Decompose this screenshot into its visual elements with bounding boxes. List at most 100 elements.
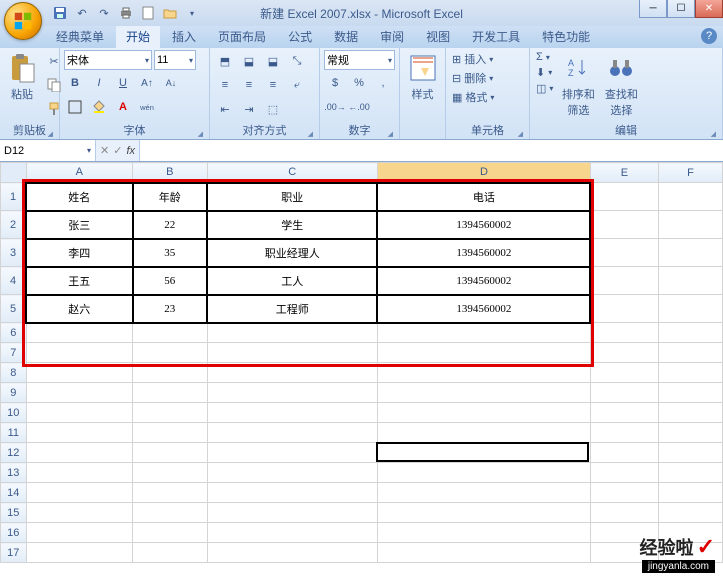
cell-C5[interactable]: 工程师 [207, 295, 377, 323]
cell-D7[interactable] [377, 343, 590, 363]
cancel-formula-icon[interactable]: ✕ [100, 144, 109, 157]
cell-A2[interactable]: 张三 [26, 211, 132, 239]
cell-A13[interactable] [26, 463, 132, 483]
row-header-15[interactable]: 15 [1, 503, 27, 523]
cell-A10[interactable] [26, 403, 132, 423]
row-header-17[interactable]: 17 [1, 543, 27, 563]
tab-7[interactable]: 视图 [416, 25, 460, 48]
cell-D12[interactable] [377, 443, 590, 463]
autosum-button[interactable]: Σ▾ [534, 50, 555, 64]
cell-B5[interactable]: 23 [133, 295, 208, 323]
cell-C15[interactable] [207, 503, 377, 523]
row-header-2[interactable]: 2 [1, 211, 27, 239]
cell-F3[interactable] [659, 239, 723, 267]
cell-B13[interactable] [133, 463, 208, 483]
number-format-combo[interactable]: 常规▾ [324, 50, 395, 70]
align-center-icon[interactable]: ≡ [238, 74, 260, 96]
fill-color-button[interactable] [88, 96, 110, 118]
cell-C8[interactable] [207, 363, 377, 383]
cell-D10[interactable] [377, 403, 590, 423]
styles-button[interactable]: 样式 [404, 50, 441, 104]
select-all-corner[interactable] [1, 163, 27, 183]
qat-more-icon[interactable]: ▾ [182, 3, 202, 23]
cell-E5[interactable] [590, 295, 658, 323]
cell-E13[interactable] [590, 463, 658, 483]
tab-5[interactable]: 数据 [324, 25, 368, 48]
row-header-4[interactable]: 4 [1, 267, 27, 295]
currency-icon[interactable]: $ [324, 72, 346, 94]
row-header-1[interactable]: 1 [1, 183, 27, 211]
increase-font-icon[interactable]: A↑ [136, 72, 158, 94]
cell-C7[interactable] [207, 343, 377, 363]
cell-A1[interactable]: 姓名 [26, 183, 132, 211]
cell-C1[interactable]: 职业 [207, 183, 377, 211]
cell-C3[interactable]: 职业经理人 [207, 239, 377, 267]
enter-formula-icon[interactable]: ✓ [113, 144, 122, 157]
row-header-5[interactable]: 5 [1, 295, 27, 323]
cell-A7[interactable] [26, 343, 132, 363]
align-bottom-icon[interactable]: ⬓ [262, 50, 284, 72]
cell-E3[interactable] [590, 239, 658, 267]
tab-1[interactable]: 开始 [116, 25, 160, 48]
cell-D4[interactable]: 1394560002 [377, 267, 590, 295]
maximize-button[interactable]: ☐ [667, 0, 695, 18]
row-header-7[interactable]: 7 [1, 343, 27, 363]
paste-button[interactable]: 粘贴 [4, 50, 40, 104]
cell-A9[interactable] [26, 383, 132, 403]
comma-icon[interactable]: , [372, 72, 394, 94]
cell-E2[interactable] [590, 211, 658, 239]
row-header-8[interactable]: 8 [1, 363, 27, 383]
formula-input[interactable] [140, 140, 723, 161]
cell-F11[interactable] [659, 423, 723, 443]
insert-cells-button[interactable]: ⊞插入▾ [450, 50, 496, 68]
tab-6[interactable]: 审阅 [370, 25, 414, 48]
cell-F15[interactable] [659, 503, 723, 523]
open-icon[interactable] [160, 3, 180, 23]
underline-button[interactable]: U [112, 72, 134, 94]
col-header-B[interactable]: B [133, 163, 208, 183]
cell-B16[interactable] [133, 523, 208, 543]
phonetic-button[interactable]: wén [136, 96, 158, 118]
cell-F6[interactable] [659, 323, 723, 343]
col-header-C[interactable]: C [207, 163, 377, 183]
cell-E4[interactable] [590, 267, 658, 295]
cell-E9[interactable] [590, 383, 658, 403]
cell-F8[interactable] [659, 363, 723, 383]
cell-B1[interactable]: 年龄 [133, 183, 208, 211]
cell-E14[interactable] [590, 483, 658, 503]
cell-C14[interactable] [207, 483, 377, 503]
cell-F5[interactable] [659, 295, 723, 323]
row-header-11[interactable]: 11 [1, 423, 27, 443]
cell-D14[interactable] [377, 483, 590, 503]
align-top-icon[interactable]: ⬒ [214, 50, 236, 72]
italic-button[interactable]: I [88, 72, 110, 94]
percent-icon[interactable]: % [348, 72, 370, 94]
font-name-combo[interactable]: 宋体▾ [64, 50, 152, 70]
row-header-13[interactable]: 13 [1, 463, 27, 483]
cell-B10[interactable] [133, 403, 208, 423]
tab-3[interactable]: 页面布局 [208, 25, 276, 48]
cell-A8[interactable] [26, 363, 132, 383]
row-header-10[interactable]: 10 [1, 403, 27, 423]
cell-A5[interactable]: 赵六 [26, 295, 132, 323]
cell-E10[interactable] [590, 403, 658, 423]
cell-D1[interactable]: 电话 [377, 183, 590, 211]
fx-icon[interactable]: fx [126, 145, 135, 157]
increase-indent-icon[interactable]: ⇥ [238, 98, 260, 120]
cell-E1[interactable] [590, 183, 658, 211]
help-icon[interactable]: ? [701, 28, 717, 44]
cell-B15[interactable] [133, 503, 208, 523]
cell-C6[interactable] [207, 323, 377, 343]
cell-D17[interactable] [377, 543, 590, 563]
new-icon[interactable] [138, 3, 158, 23]
merge-cells-icon[interactable]: ⬚ [262, 98, 284, 120]
cell-A6[interactable] [26, 323, 132, 343]
col-header-F[interactable]: F [659, 163, 723, 183]
cell-F10[interactable] [659, 403, 723, 423]
tab-0[interactable]: 经典菜单 [46, 25, 114, 48]
align-right-icon[interactable]: ≡ [262, 74, 284, 96]
tab-8[interactable]: 开发工具 [462, 25, 530, 48]
cell-E8[interactable] [590, 363, 658, 383]
cell-D11[interactable] [377, 423, 590, 443]
cell-C17[interactable] [207, 543, 377, 563]
